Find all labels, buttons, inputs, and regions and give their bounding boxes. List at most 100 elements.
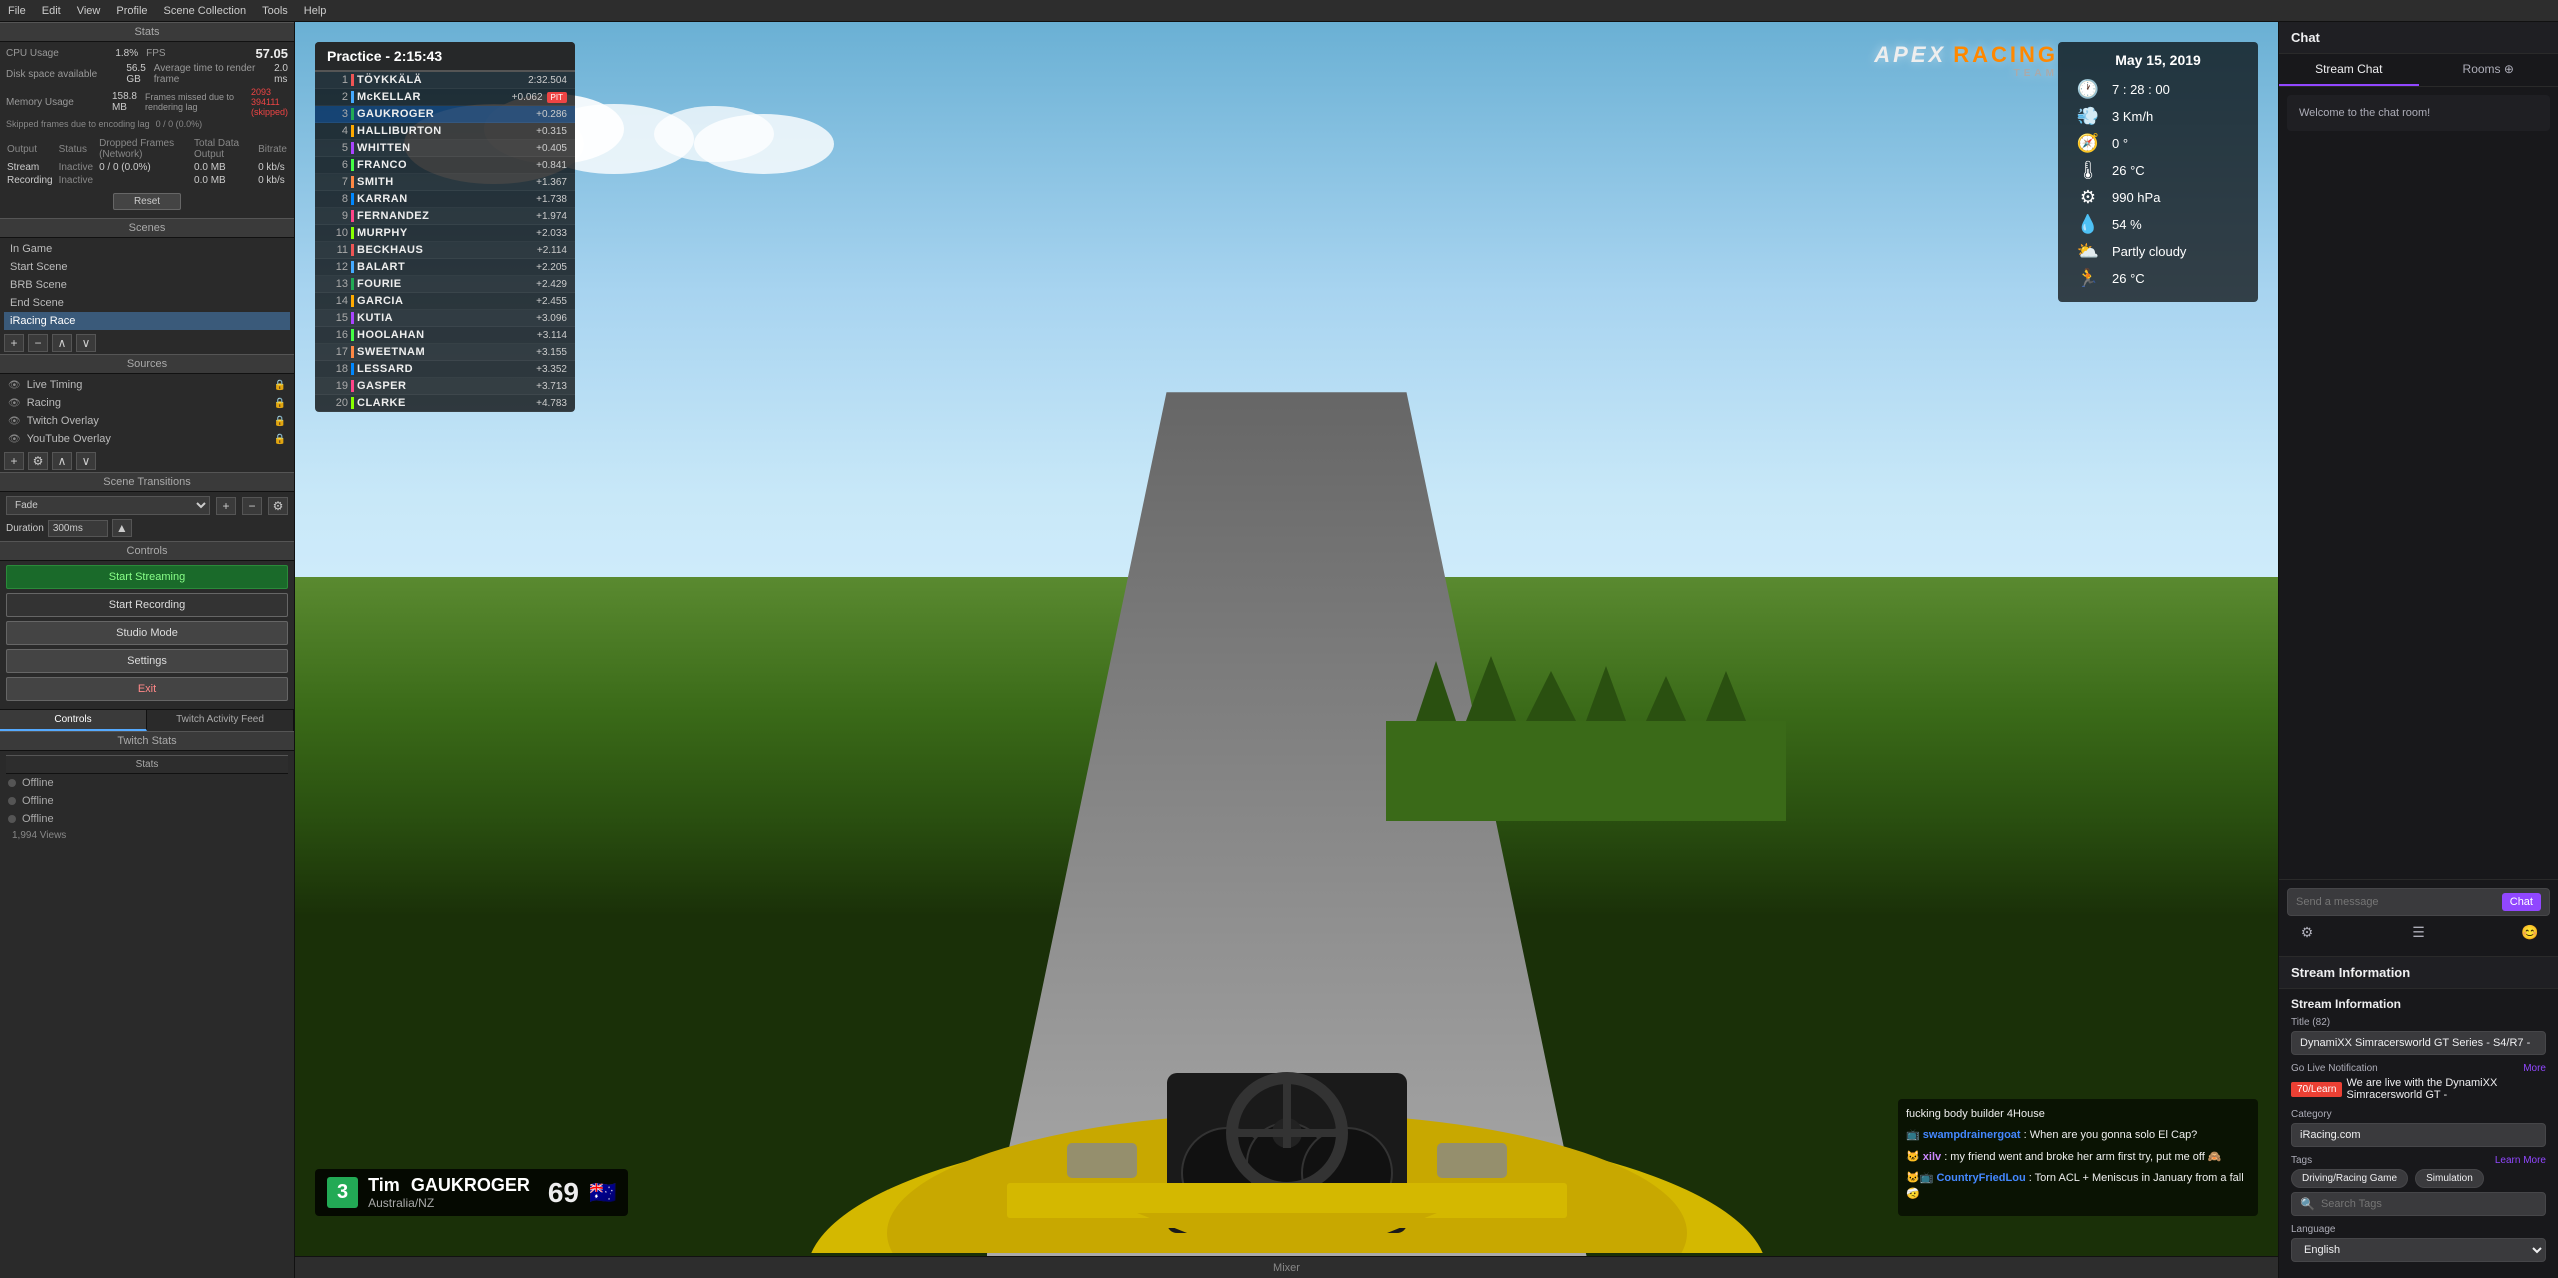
chat-settings-icon[interactable]: ⚙ bbox=[2295, 920, 2319, 944]
stream-dropped: 0 / 0 (0.0%) bbox=[96, 161, 191, 174]
scene-remove-btn[interactable]: − bbox=[28, 334, 48, 352]
source-live-timing: 👁 Live Timing 🔒 bbox=[4, 376, 290, 394]
lb-pos-7: 7 bbox=[323, 176, 348, 188]
lb-name-14: GARCIA bbox=[357, 295, 502, 307]
memory-label: Memory Usage bbox=[6, 97, 112, 108]
lb-row-10: 10 MURPHY +2.033 bbox=[315, 225, 575, 242]
source-add-btn[interactable]: + bbox=[4, 452, 24, 470]
wind-icon: 💨 bbox=[2074, 106, 2102, 127]
lb-row-5: 5 WHITTEN +0.405 bbox=[315, 140, 575, 157]
col-dropped: Dropped Frames (Network) bbox=[96, 137, 191, 161]
source-settings-btn[interactable]: ⚙ bbox=[28, 452, 48, 470]
lb-row-15: 15 KUTIA +3.096 bbox=[315, 310, 575, 327]
left-tab-controls[interactable]: Controls bbox=[0, 710, 147, 731]
category-input[interactable] bbox=[2291, 1123, 2546, 1147]
source-live-timing-label: Live Timing bbox=[27, 379, 83, 391]
menu-scene-collection[interactable]: Scene Collection bbox=[164, 5, 247, 17]
source-up-btn[interactable]: ∧ bbox=[52, 452, 72, 470]
scene-up-btn[interactable]: ∧ bbox=[52, 334, 72, 352]
lb-stripe-6 bbox=[351, 159, 354, 171]
transitions-header: Scene Transitions bbox=[0, 472, 294, 492]
tag-driving-racing[interactable]: Driving/Racing Game bbox=[2291, 1169, 2408, 1188]
exit-button[interactable]: Exit bbox=[6, 677, 288, 701]
lb-row-14: 14 GARCIA +2.455 bbox=[315, 293, 575, 310]
tab-rooms[interactable]: Rooms ⊕ bbox=[2419, 54, 2558, 86]
eye-icon-youtube-overlay[interactable]: 👁 bbox=[8, 434, 21, 445]
reset-button[interactable]: Reset bbox=[113, 193, 181, 210]
player-number: 69 bbox=[548, 1177, 579, 1209]
lb-time-10: +2.033 bbox=[502, 228, 567, 239]
weather-time: 7 : 28 : 00 bbox=[2112, 82, 2170, 97]
menu-view[interactable]: View bbox=[77, 5, 101, 17]
eye-icon-twitch-overlay[interactable]: 👁 bbox=[8, 416, 21, 427]
search-tags-input[interactable] bbox=[2321, 1198, 2537, 1210]
tags-learn-more[interactable]: Learn More bbox=[2495, 1155, 2546, 1166]
lb-stripe-9 bbox=[351, 210, 354, 222]
right-panel: Chat Stream Chat Rooms ⊕ Welcome to the … bbox=[2278, 22, 2558, 1278]
stream-info-label: Stream Information bbox=[2291, 997, 2546, 1011]
menu-edit[interactable]: Edit bbox=[42, 5, 61, 17]
start-recording-button[interactable]: Start Recording bbox=[6, 593, 288, 617]
tab-stream-chat[interactable]: Stream Chat bbox=[2279, 54, 2419, 86]
chat-text-2: : When are you gonna solo El Cap? bbox=[2024, 1129, 2198, 1141]
scene-item-start-scene[interactable]: Start Scene bbox=[4, 258, 290, 276]
avg-render-value: 2.0 ms bbox=[274, 63, 288, 85]
chat-emote-icon[interactable]: 😊 bbox=[2518, 920, 2542, 944]
source-twitch-overlay: 👁 Twitch Overlay 🔒 bbox=[4, 412, 290, 430]
lock-icon-youtube-overlay[interactable]: 🔒 bbox=[274, 434, 286, 445]
chat-header: Chat bbox=[2279, 22, 2558, 54]
transition-settings-btn[interactable]: ⚙ bbox=[268, 497, 288, 515]
start-streaming-button[interactable]: Start Streaming bbox=[6, 565, 288, 589]
scene-add-btn[interactable]: + bbox=[4, 334, 24, 352]
studio-mode-button[interactable]: Studio Mode bbox=[6, 621, 288, 645]
chat-list-icon[interactable]: ☰ bbox=[2407, 920, 2431, 944]
duration-input[interactable] bbox=[48, 520, 108, 537]
center-area: Practice - 2:15:43 1 TÖYKKÄLÄ 2:32.504 2… bbox=[295, 22, 2278, 1278]
tags-label-row: Tags Learn More bbox=[2291, 1155, 2546, 1166]
lb-row-17: 17 SWEETNAM +3.155 bbox=[315, 344, 575, 361]
chat-message-input[interactable] bbox=[2296, 896, 2498, 908]
scene-item-iracing-race[interactable]: iRacing Race bbox=[4, 312, 290, 330]
chat-overlay-video: fucking body builder 4House 📺 swampdrain… bbox=[1898, 1099, 2258, 1216]
menu-help[interactable]: Help bbox=[304, 5, 327, 17]
language-select[interactable]: English bbox=[2291, 1238, 2546, 1262]
video-container: Practice - 2:15:43 1 TÖYKKÄLÄ 2:32.504 2… bbox=[295, 22, 2278, 1256]
scenes-list: In Game Start Scene BRB Scene End Scene … bbox=[0, 238, 294, 332]
go-live-more-link[interactable]: More bbox=[2523, 1063, 2546, 1074]
duration-up-btn[interactable]: ▲ bbox=[112, 519, 132, 537]
transition-select[interactable]: Fade bbox=[6, 496, 210, 515]
stats-section-header: Stats bbox=[0, 22, 294, 42]
chat-send-button[interactable]: Chat bbox=[2502, 893, 2541, 911]
lb-row-6: 6 FRANCO +0.841 bbox=[315, 157, 575, 174]
chat-user-4: CountryFriedLou bbox=[1936, 1172, 2025, 1184]
menu-file[interactable]: File bbox=[8, 5, 26, 17]
lb-name-3: GAUKROGER bbox=[357, 108, 502, 120]
source-down-btn[interactable]: ∨ bbox=[76, 452, 96, 470]
col-bitrate: Bitrate bbox=[255, 137, 290, 161]
scene-down-btn[interactable]: ∨ bbox=[76, 334, 96, 352]
stream-status: Inactive bbox=[56, 161, 96, 174]
title-input[interactable] bbox=[2291, 1031, 2546, 1055]
tag-simulation[interactable]: Simulation bbox=[2415, 1169, 2484, 1188]
lock-icon-racing[interactable]: 🔒 bbox=[274, 398, 286, 409]
settings-button[interactable]: Settings bbox=[6, 649, 288, 673]
transition-remove-btn[interactable]: − bbox=[242, 497, 262, 515]
lock-icon-live-timing[interactable]: 🔒 bbox=[274, 380, 286, 391]
output-row-stream: Stream Inactive 0 / 0 (0.0%) 0.0 MB 0 kb… bbox=[4, 161, 290, 174]
recording-label: Recording bbox=[4, 174, 56, 187]
menu-tools[interactable]: Tools bbox=[262, 5, 288, 17]
lb-row-9: 9 FERNANDEZ +1.974 bbox=[315, 208, 575, 225]
stream-bitrate: 0 kb/s bbox=[255, 161, 290, 174]
scene-item-end-scene[interactable]: End Scene bbox=[4, 294, 290, 312]
transition-add-btn[interactable]: + bbox=[216, 497, 236, 515]
source-racing-label: Racing bbox=[27, 397, 61, 409]
lock-icon-twitch-overlay[interactable]: 🔒 bbox=[274, 416, 286, 427]
left-tab-twitch-activity[interactable]: Twitch Activity Feed bbox=[147, 710, 294, 731]
source-youtube-overlay-label: YouTube Overlay bbox=[27, 433, 111, 445]
scene-item-brb-scene[interactable]: BRB Scene bbox=[4, 276, 290, 294]
chat-tabs: Stream Chat Rooms ⊕ bbox=[2279, 54, 2558, 87]
scene-item-in-game[interactable]: In Game bbox=[4, 240, 290, 258]
eye-icon-racing[interactable]: 👁 bbox=[8, 398, 21, 409]
menu-profile[interactable]: Profile bbox=[116, 5, 147, 17]
eye-icon-live-timing[interactable]: 👁 bbox=[8, 380, 21, 391]
